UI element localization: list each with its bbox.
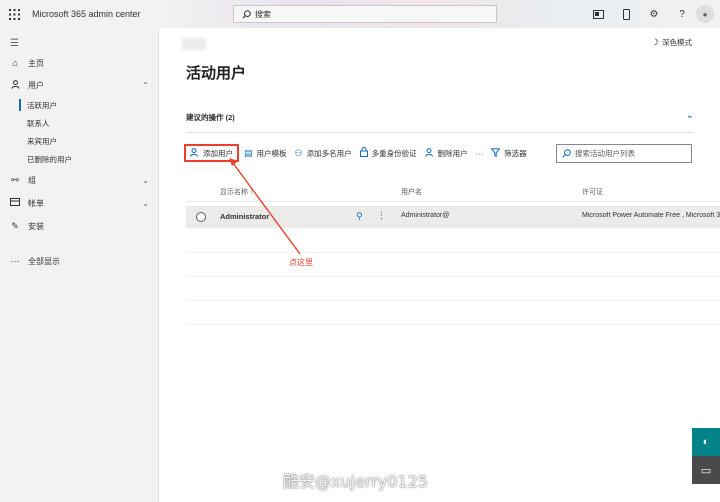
left-nav: ☰ ⌂ 主页 用户 ⌃ 活跃用户 联系人 来宾用户 已删除的用户 ⚯ 组 ⌄ 帐… [0, 28, 159, 502]
add-user-button[interactable]: 添加用户 [184, 144, 239, 162]
more-options-icon[interactable]: ⋮ [377, 210, 386, 221]
annotation-label: 点这里 [289, 258, 313, 267]
help-chat-icon[interactable]: ◐ [692, 428, 720, 456]
billing-icon [8, 198, 22, 208]
person-icon [8, 79, 22, 91]
home-icon: ⌂ [12, 58, 18, 68]
mfa-label: 多重身份验证 [371, 148, 417, 158]
column-header-licenses[interactable]: 许可证 [582, 187, 603, 197]
people-icon: ⚇ [294, 147, 303, 158]
add-multiple-users-button[interactable]: ⚇ 添加多名用户 [292, 144, 355, 162]
search-icon [562, 149, 571, 158]
active-indicator [19, 99, 21, 111]
nav-deleted-users[interactable]: 已删除的用户 [27, 151, 72, 167]
chevron-up-icon[interactable]: ⌃ [142, 81, 149, 90]
moon-icon: ☽ [650, 37, 659, 47]
mfa-button[interactable]: 多重身份验证 [357, 144, 420, 162]
nav-users[interactable]: 用户 ⌃ [0, 76, 159, 94]
user-templates-button[interactable]: ▤ 用户模板 [241, 144, 290, 162]
nav-billing[interactable]: 帐单 ⌄ [0, 194, 159, 212]
watermark: 酷安@xujerry0125 [283, 472, 428, 491]
user-templates-label: 用户模板 [256, 148, 287, 158]
feedback-icon[interactable]: ▭ [692, 456, 720, 484]
main-content: ☽ 深色模式 活动用户 建议的操作 (2) ⌄ 添加用户 ▤ 用户模板 ⚇ 添加… [160, 28, 720, 502]
nav-billing-label: 帐单 [28, 198, 44, 208]
nav-groups[interactable]: ⚯ 组 ⌄ [0, 171, 159, 189]
ellipsis-icon: ··· [10, 256, 20, 266]
chevron-down-icon[interactable]: ⌄ [686, 110, 694, 121]
filter-icon [490, 147, 501, 159]
search-users-input[interactable]: 搜索活动用户列表 [556, 144, 692, 163]
chevron-down-icon[interactable]: ⌄ [142, 199, 149, 208]
chevron-down-icon[interactable]: ⌄ [142, 176, 149, 185]
app-title[interactable]: Microsoft 365 admin center [32, 9, 141, 19]
mobile-icon[interactable] [612, 0, 640, 28]
add-person-icon [190, 147, 199, 159]
nav-groups-label: 组 [28, 175, 36, 185]
row-divider [186, 324, 720, 325]
global-search-input[interactable]: 搜索 [233, 5, 497, 23]
top-bar: Microsoft 365 admin center 搜索 ⚙ ? ● [0, 0, 720, 28]
nav-home[interactable]: ⌂ 主页 [0, 54, 159, 72]
table-row[interactable]: Administrator ⚲ ⋮ Administrator@ Microso… [186, 206, 720, 228]
nav-contacts[interactable]: 联系人 [27, 115, 50, 131]
lock-icon [359, 147, 368, 159]
settings-icon[interactable]: ⚙ [640, 0, 668, 28]
filter-label: 筛选器 [504, 148, 527, 158]
search-users-placeholder: 搜索活动用户列表 [575, 149, 635, 158]
help-icon[interactable]: ? [668, 0, 696, 28]
user-licenses: Microsoft Power Automate Free , Microsof… [582, 212, 720, 219]
nav-show-all[interactable]: ··· 全部显示 [0, 252, 159, 270]
search-icon[interactable]: ⚲ [356, 211, 363, 222]
waffle-icon[interactable] [0, 0, 28, 28]
search-icon [242, 9, 251, 19]
nav-show-all-label: 全部显示 [28, 256, 60, 266]
nav-active-users[interactable]: 活跃用户 [27, 97, 57, 113]
column-header-display-name[interactable]: 显示名称 ↑ [220, 187, 253, 197]
row-divider [186, 276, 720, 277]
search-placeholder: 搜索 [255, 9, 271, 19]
column-header-username[interactable]: 用户名 [401, 187, 422, 197]
remove-person-icon [424, 147, 434, 159]
row-divider [186, 252, 720, 253]
group-icon: ⚯ [11, 174, 19, 185]
nav-guest-users[interactable]: 来宾用户 [27, 133, 57, 149]
user-display-name[interactable]: Administrator [220, 212, 269, 221]
delete-user-button[interactable]: 删除用户 [422, 144, 471, 162]
more-commands-button[interactable]: ··· [473, 144, 487, 162]
divider [186, 132, 694, 133]
nav-setup[interactable]: ✎ 安装 [0, 217, 159, 235]
page-title: 活动用户 [186, 65, 247, 82]
delete-user-label: 删除用户 [437, 148, 468, 158]
user-username: Administrator@ [401, 212, 450, 219]
filter-button[interactable]: 筛选器 [488, 144, 530, 162]
command-bar: 添加用户 ▤ 用户模板 ⚇ 添加多名用户 多重身份验证 删除用户 ··· 筛选器 [184, 144, 532, 162]
template-icon: ▤ [244, 147, 253, 158]
suggested-actions[interactable]: 建议的操作 (2) [186, 112, 235, 123]
wrench-icon: ✎ [11, 220, 19, 231]
dark-mode-toggle[interactable]: ☽ 深色模式 [651, 37, 692, 48]
row-select-radio[interactable] [196, 212, 206, 222]
blurred-breadcrumb [182, 38, 206, 50]
nav-users-label: 用户 [28, 80, 44, 90]
header-divider [186, 201, 720, 202]
nav-setup-label: 安装 [28, 221, 44, 231]
avatar[interactable]: ● [696, 5, 714, 23]
hamburger-icon[interactable]: ☰ [10, 38, 19, 49]
cast-icon[interactable] [584, 0, 612, 28]
add-multiple-users-label: 添加多名用户 [306, 148, 352, 158]
nav-home-label: 主页 [28, 58, 44, 68]
dark-mode-label: 深色模式 [662, 38, 692, 47]
add-user-label: 添加用户 [203, 148, 233, 158]
row-divider [186, 300, 720, 301]
